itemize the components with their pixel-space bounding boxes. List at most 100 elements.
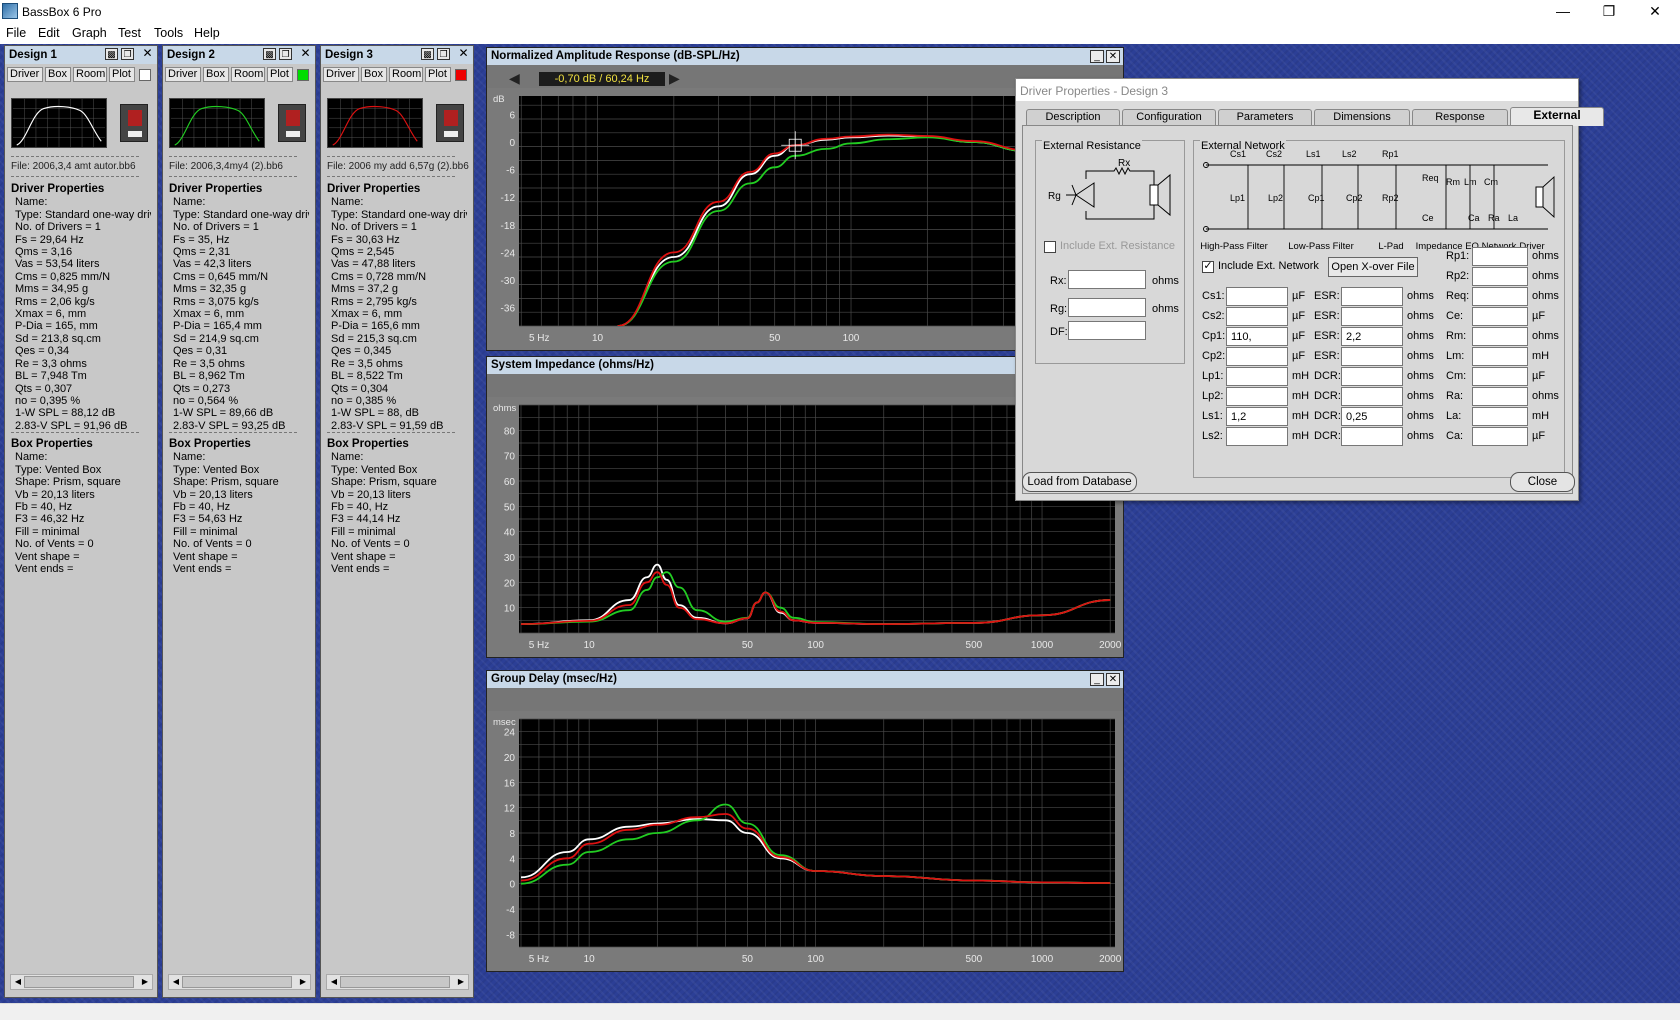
ce-input[interactable] (1472, 307, 1528, 326)
save-icon[interactable]: ▩ (263, 48, 276, 60)
x-tick-label: 5 Hz (529, 954, 550, 965)
scroll-left-icon[interactable]: ◀ (12, 976, 24, 988)
rp2-input[interactable] (1472, 267, 1528, 286)
esr-input[interactable] (1341, 327, 1403, 346)
cs1-input[interactable] (1226, 287, 1288, 306)
speaker-icon[interactable] (436, 104, 464, 142)
menu-test[interactable]: Test (118, 26, 141, 40)
include-ext-network-checkbox[interactable]: ✓ (1202, 261, 1214, 273)
open-xover-file-button[interactable]: Open X-over File (1328, 257, 1418, 277)
cursor-left-icon[interactable]: ◀ (509, 70, 529, 86)
esr-input[interactable] (1341, 347, 1403, 366)
driver-button[interactable]: Driver (7, 67, 43, 82)
close-icon[interactable]: ✕ (299, 47, 312, 60)
ls2-input[interactable] (1226, 427, 1288, 446)
dcr-input[interactable] (1341, 407, 1403, 426)
esr-input[interactable] (1341, 307, 1403, 326)
plot-button[interactable]: Plot (425, 67, 451, 82)
menu-graph[interactable]: Graph (72, 26, 107, 40)
room-button[interactable]: Room (73, 67, 107, 82)
room-button[interactable]: Room (231, 67, 265, 82)
cm-input[interactable] (1472, 367, 1528, 386)
close-icon[interactable]: ✕ (1106, 673, 1120, 686)
horizontal-scrollbar[interactable]: ◀ ▶ (168, 974, 311, 990)
menu-file[interactable]: File (6, 26, 26, 40)
tab-configuration[interactable]: Configuration (1122, 109, 1216, 125)
menu-edit[interactable]: Edit (38, 26, 60, 40)
horizontal-scrollbar[interactable]: ◀ ▶ (10, 974, 153, 990)
property-line: Vent shape = (15, 550, 80, 563)
ca-input[interactable] (1472, 427, 1528, 446)
rp1-input[interactable] (1472, 247, 1528, 266)
plot-button[interactable]: Plot (267, 67, 293, 82)
speaker-icon[interactable] (120, 104, 148, 142)
dcr-input[interactable] (1341, 387, 1403, 406)
property-line: No. of Drivers = 1 (173, 221, 259, 234)
include-ext-resistance-checkbox[interactable] (1044, 241, 1056, 253)
speaker-icon[interactable] (278, 104, 306, 142)
la-input[interactable] (1472, 407, 1528, 426)
cursor-right-icon[interactable]: ▶ (669, 70, 689, 86)
box-button[interactable]: Box (203, 67, 229, 82)
minimize-icon[interactable]: _ (1090, 673, 1104, 686)
restore-icon[interactable]: ❐ (1586, 0, 1632, 24)
driver-button[interactable]: Driver (165, 67, 201, 82)
driver-button[interactable]: Driver (323, 67, 359, 82)
close-icon[interactable]: ✕ (457, 47, 470, 60)
ls1-input[interactable] (1226, 407, 1288, 426)
rg-input[interactable] (1068, 298, 1146, 317)
dcr-input[interactable] (1341, 427, 1403, 446)
scroll-right-icon[interactable]: ▶ (139, 976, 151, 988)
scroll-right-icon[interactable]: ▶ (455, 976, 467, 988)
minimize-icon[interactable]: — (1540, 0, 1586, 24)
menu-help[interactable]: Help (194, 26, 220, 40)
cp2-input[interactable] (1226, 347, 1288, 366)
box-button[interactable]: Box (45, 67, 71, 82)
tab-parameters[interactable]: Parameters (1218, 109, 1312, 125)
copy-icon[interactable]: ❐ (437, 48, 450, 60)
field-label: Cm: (1446, 370, 1467, 382)
window-title: BassBox 6 Pro (22, 5, 102, 19)
save-icon[interactable]: ▩ (421, 48, 434, 60)
close-icon[interactable]: ✕ (141, 47, 154, 60)
scroll-left-icon[interactable]: ◀ (170, 976, 182, 988)
scroll-left-icon[interactable]: ◀ (328, 976, 340, 988)
plot-color-swatch[interactable] (455, 69, 467, 81)
close-icon[interactable]: ✕ (1632, 0, 1678, 24)
plot-color-swatch[interactable] (139, 69, 151, 81)
lm-input[interactable] (1472, 347, 1528, 366)
plot-button[interactable]: Plot (109, 67, 135, 82)
room-button[interactable]: Room (389, 67, 423, 82)
horizontal-scrollbar[interactable]: ◀ ▶ (326, 974, 469, 990)
tab-response[interactable]: Response (1412, 109, 1508, 125)
copy-icon[interactable]: ❐ (279, 48, 292, 60)
y-tick-label: -6 (506, 166, 515, 177)
field-label: DF: (1050, 326, 1068, 338)
tab-external[interactable]: External (1510, 107, 1604, 126)
scroll-right-icon[interactable]: ▶ (297, 976, 309, 988)
y-tick-label: 24 (504, 728, 516, 739)
req-input[interactable] (1472, 287, 1528, 306)
box-button[interactable]: Box (361, 67, 387, 82)
copy-icon[interactable]: ❐ (121, 48, 134, 60)
cs2-input[interactable] (1226, 307, 1288, 326)
esr-input[interactable] (1341, 287, 1403, 306)
dcr-input[interactable] (1341, 367, 1403, 386)
lp2-input[interactable] (1226, 387, 1288, 406)
plot-color-swatch[interactable] (297, 69, 309, 81)
lp1-input[interactable] (1226, 367, 1288, 386)
df-input[interactable] (1068, 321, 1146, 340)
tab-description[interactable]: Description (1026, 109, 1120, 125)
minimize-icon[interactable]: _ (1090, 50, 1104, 63)
menu-tools[interactable]: Tools (154, 26, 183, 40)
group-delay-plot[interactable]: msec24 20 16 12 8 4 0 -4 -8 5 Hz 10 50 100 500 1000 200… (487, 711, 1123, 971)
close-icon[interactable]: ✕ (1106, 50, 1120, 63)
save-icon[interactable]: ▩ (105, 48, 118, 60)
ra-input[interactable] (1472, 387, 1528, 406)
cp1-input[interactable] (1226, 327, 1288, 346)
rm-input[interactable] (1472, 327, 1528, 346)
tab-dimensions[interactable]: Dimensions (1314, 109, 1410, 125)
load-from-database-button[interactable]: Load from Database (1022, 472, 1137, 492)
close-button[interactable]: Close (1510, 472, 1575, 492)
rx-input[interactable] (1068, 270, 1146, 289)
